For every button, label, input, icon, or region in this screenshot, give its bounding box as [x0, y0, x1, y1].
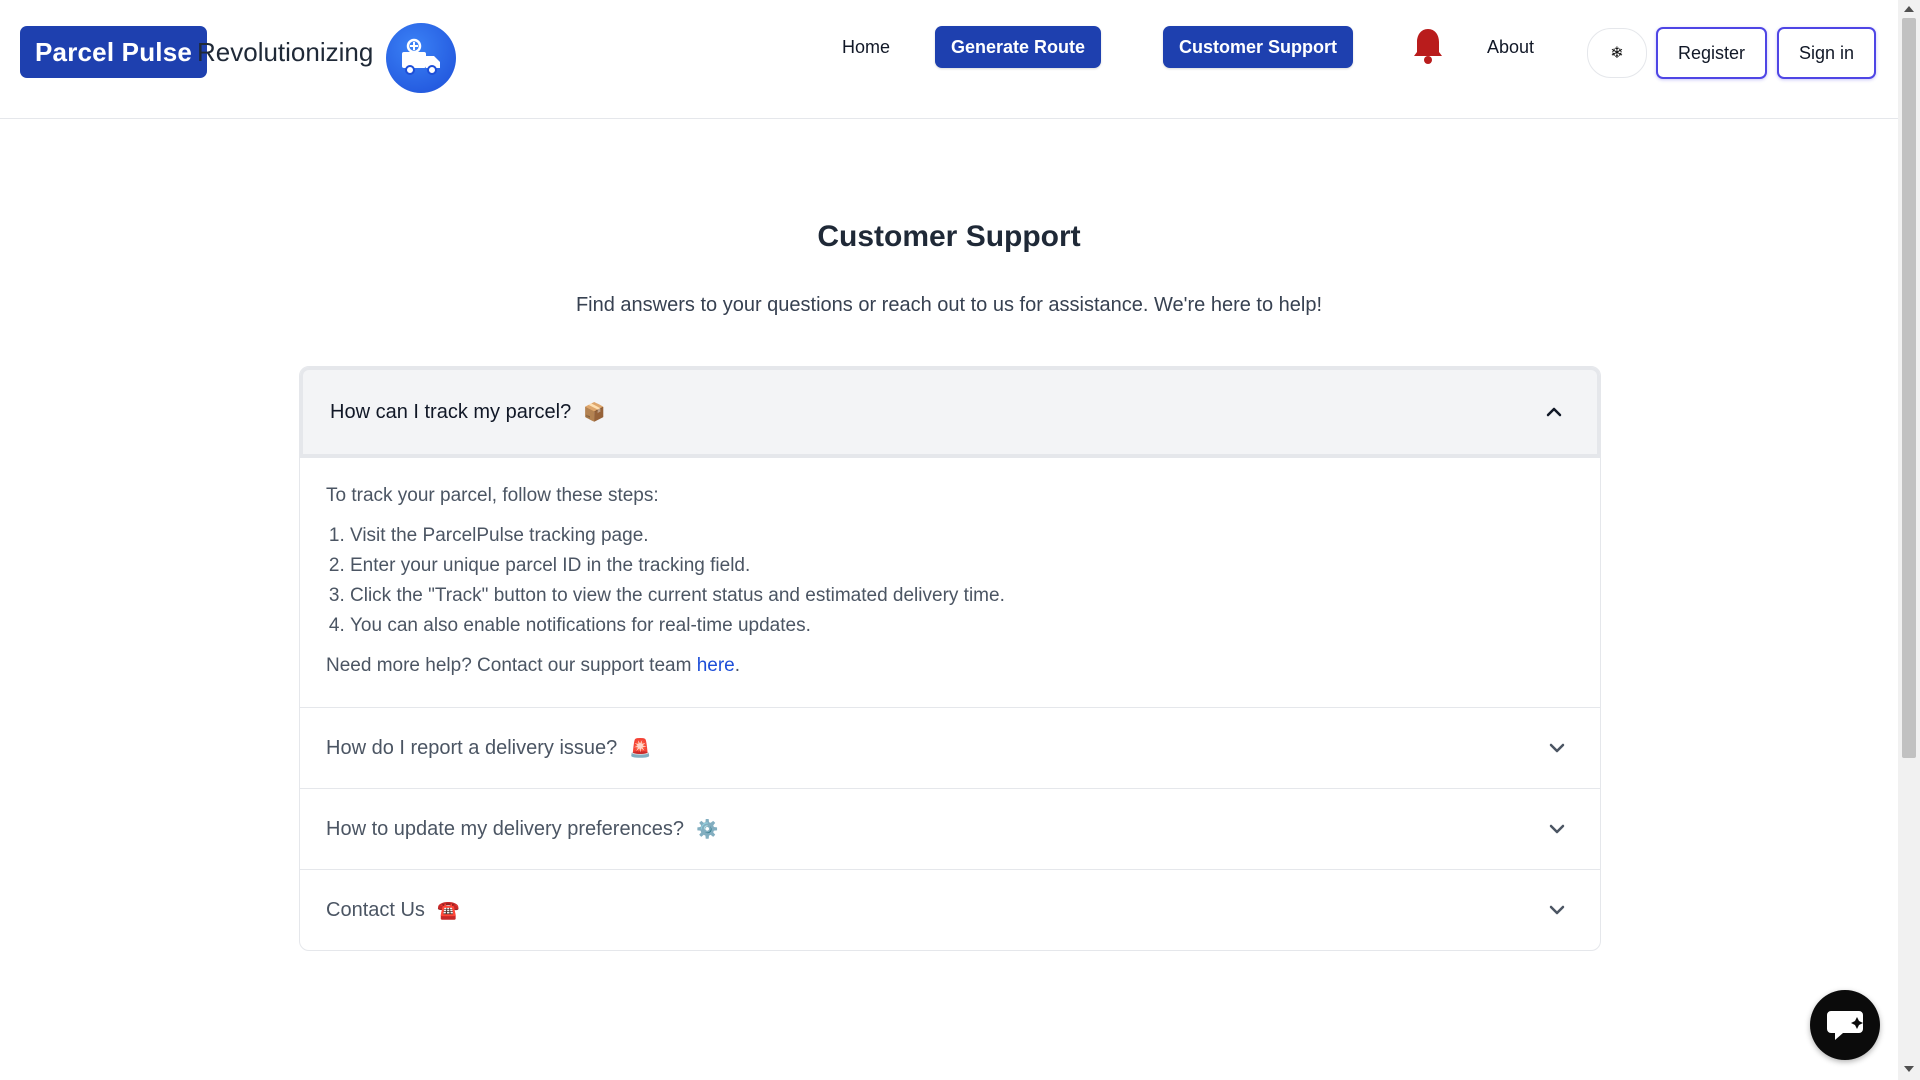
scrollbar-thumb[interactable] — [1902, 18, 1916, 758]
faq-question-report-issue[interactable]: How do I report a delivery issue? 🚨 — [300, 708, 1600, 788]
siren-icon: 🚨 — [629, 737, 652, 758]
nav-home[interactable]: Home — [842, 26, 890, 68]
page-title: Customer Support — [817, 220, 1081, 253]
chat-icon — [1827, 1011, 1863, 1040]
gear-icon: ⚙️ — [695, 818, 719, 839]
faq-item: How to update my delivery preferences? ⚙… — [300, 788, 1600, 869]
bell-icon[interactable] — [1412, 26, 1444, 66]
nav-about[interactable]: About — [1487, 26, 1534, 68]
scroll-up-arrow-icon[interactable] — [1904, 6, 1914, 12]
faq-item: Contact Us ☎️ — [300, 869, 1600, 950]
top-navbar: Parcel Pulse Revolutionizing Home Genera… — [0, 0, 1898, 119]
telephone-icon: ☎️ — [436, 899, 460, 920]
chevron-down-icon — [1549, 824, 1565, 834]
snowflake-icon: ❄ — [1610, 45, 1624, 62]
answer-steps: Visit the ParcelPulse tracking page. Ent… — [326, 521, 1574, 641]
faq-answer: To track your parcel, follow these steps… — [300, 457, 1600, 707]
faq-question-text: How to update my delivery preferences? — [326, 817, 684, 840]
scroll-down-arrow-icon[interactable] — [1904, 1066, 1914, 1072]
nav-customer-support-button[interactable]: Customer Support — [1163, 26, 1354, 68]
chevron-down-icon — [1549, 905, 1565, 915]
vertical-scrollbar[interactable] — [1898, 0, 1920, 1080]
faq-question-track-parcel[interactable]: How can I track my parcel? 📦 — [300, 367, 1600, 458]
support-link[interactable]: here — [697, 655, 735, 676]
faq-item: How can I track my parcel? 📦 To track yo… — [300, 367, 1600, 707]
brand-tagline: Revolutionizing — [197, 37, 374, 67]
faq-accordion: How can I track my parcel? 📦 To track yo… — [299, 366, 1601, 951]
chevron-up-icon — [1546, 407, 1562, 417]
answer-intro: To track your parcel, follow these steps… — [326, 485, 659, 506]
chat-button[interactable] — [1810, 990, 1880, 1060]
answer-step: You can also enable notifications for re… — [350, 611, 1574, 641]
faq-question-delivery-preferences[interactable]: How to update my delivery preferences? ⚙… — [300, 789, 1600, 869]
help-suffix: . — [734, 655, 741, 676]
sign-in-button[interactable]: Sign in — [1777, 27, 1877, 79]
faq-question-text: How do I report a delivery issue? — [326, 736, 618, 759]
delivery-truck-icon[interactable] — [386, 23, 456, 93]
chevron-down-icon — [1549, 743, 1565, 753]
faq-item: How do I report a delivery issue? 🚨 — [300, 707, 1600, 788]
answer-step: Visit the ParcelPulse tracking page. — [350, 521, 1574, 551]
faq-question-text: How can I track my parcel? — [330, 400, 572, 423]
answer-step: Enter your unique parcel ID in the track… — [350, 551, 1574, 581]
nav-generate-route-button[interactable]: Generate Route — [935, 26, 1102, 68]
page-subtitle: Find answers to your questions or reach … — [575, 294, 1323, 316]
brand-logo-text[interactable]: Parcel Pulse — [20, 26, 208, 78]
help-text: Need more help? Contact our support team — [326, 655, 697, 676]
theme-toggle-button[interactable]: ❄ — [1587, 28, 1647, 78]
register-button[interactable]: Register — [1656, 27, 1768, 79]
package-icon: 📦 — [583, 401, 606, 422]
help-line: Need more help? Contact our support team… — [326, 651, 1574, 681]
faq-question-contact-us[interactable]: Contact Us ☎️ — [300, 870, 1600, 950]
faq-question-text: Contact Us — [326, 898, 425, 921]
answer-step: Click the "Track" button to view the cur… — [350, 581, 1574, 611]
